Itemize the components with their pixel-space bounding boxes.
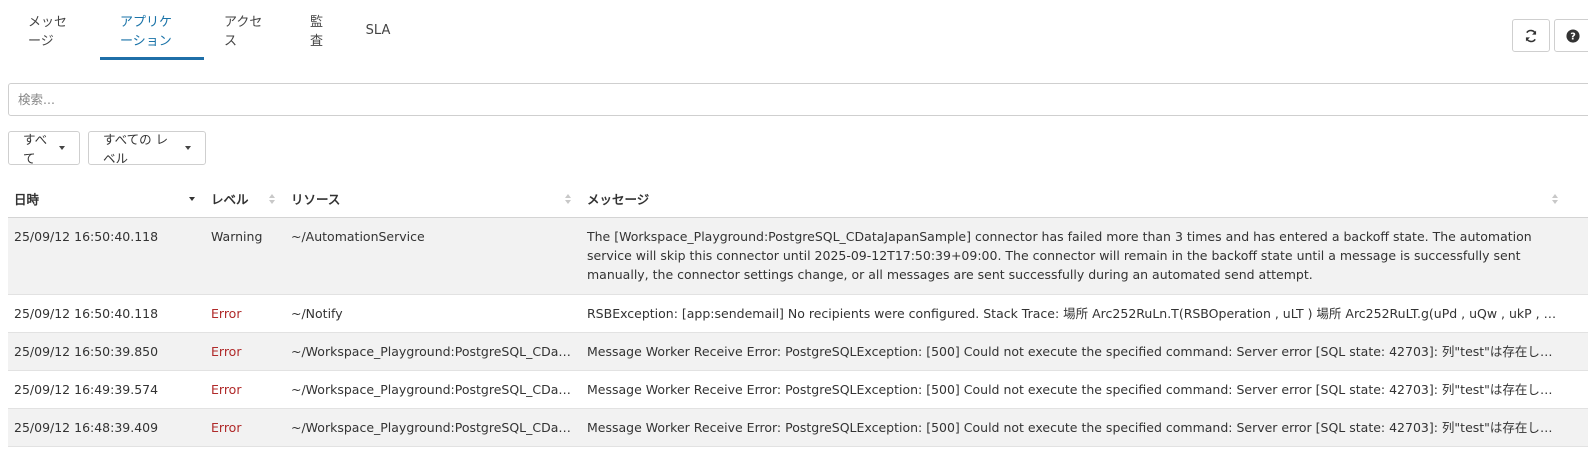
tab-audit[interactable]: 監査 — [290, 0, 346, 60]
column-header-level[interactable]: レベル — [205, 181, 285, 217]
column-header-datetime[interactable]: 日時 — [8, 181, 205, 217]
cell-message: The [Workspace_Playground:PostgreSQL_CDa… — [587, 229, 1532, 282]
help-button[interactable]: ? — [1554, 19, 1588, 52]
column-header-label: メッセージ — [587, 191, 650, 207]
column-header-label: 日時 — [14, 191, 40, 207]
tab-label: アプリケーション — [120, 15, 173, 49]
cell-datetime: 25/09/12 16:50:40.118 — [14, 306, 159, 321]
table-row[interactable]: 25/09/12 16:50:40.118 Error ~/Notify RSB… — [8, 295, 1588, 333]
caret-down-icon — [59, 146, 65, 150]
table-row[interactable]: 25/09/12 16:48:39.409 Error ~/Workspace_… — [8, 409, 1588, 447]
filter-bar: すべて すべての レベル — [8, 131, 206, 166]
sort-icon — [269, 194, 275, 204]
category-dropdown[interactable]: すべて — [8, 131, 80, 166]
table-row[interactable]: 25/09/12 16:50:39.850 Error ~/Workspace_… — [8, 333, 1588, 371]
tab-label: メッセージ — [28, 15, 68, 49]
column-header-resource[interactable]: リソース — [285, 181, 581, 217]
tab-access[interactable]: アクセス — [204, 0, 290, 60]
toolbar: ? — [1512, 19, 1588, 52]
cell-resource: ~/Workspace_Playground:PostgreSQL_CDataJ… — [291, 420, 581, 435]
tab-label: アクセス — [224, 15, 263, 49]
refresh-button[interactable] — [1512, 19, 1550, 52]
column-header-label: レベル — [211, 191, 249, 207]
cell-datetime: 25/09/12 16:48:39.409 — [14, 420, 159, 435]
search-input[interactable] — [8, 83, 1588, 116]
table-header: 日時 レベル リソース メッセージ — [8, 181, 1588, 218]
column-header-label: リソース — [291, 191, 341, 207]
caret-down-icon — [185, 146, 191, 150]
table-row[interactable]: 25/09/12 16:49:39.574 Error ~/Workspace_… — [8, 371, 1588, 409]
cell-datetime: 25/09/12 16:50:39.850 — [14, 344, 159, 359]
level-dropdown-label: すべての レベル — [103, 132, 169, 166]
sort-icon — [565, 194, 571, 204]
cell-level: Error — [211, 344, 242, 359]
cell-message: Message Worker Receive Error: PostgreSQL… — [587, 420, 1568, 435]
cell-message: Message Worker Receive Error: PostgreSQL… — [587, 382, 1568, 397]
cell-resource: ~/AutomationService — [291, 229, 425, 244]
column-header-message[interactable]: メッセージ — [581, 181, 1568, 217]
cell-level: Error — [211, 306, 242, 321]
cell-level: Error — [211, 420, 242, 435]
svg-text:?: ? — [1570, 31, 1576, 42]
tab-label: 監査 — [310, 15, 324, 49]
cell-resource: ~/Workspace_Playground:PostgreSQL_CDataJ… — [291, 382, 581, 397]
cell-resource: ~/Notify — [291, 306, 343, 321]
help-icon: ? — [1566, 28, 1580, 43]
refresh-icon — [1525, 29, 1537, 42]
cell-message: Message Worker Receive Error: PostgreSQL… — [587, 344, 1568, 359]
tab-bar: メッセージ アプリケーション アクセス 監査 SLA — [8, 0, 410, 60]
category-dropdown-label: すべて — [23, 132, 48, 166]
table-row[interactable]: 25/09/12 16:50:40.118 Warning ~/Automati… — [8, 218, 1588, 295]
cell-resource: ~/Workspace_Playground:PostgreSQL_CDataJ… — [291, 344, 581, 359]
tab-label: SLA — [365, 22, 391, 38]
cell-level: Error — [211, 382, 242, 397]
log-table: 日時 レベル リソース メッセージ 25/09/12 16:50:40.118 … — [8, 181, 1588, 447]
cell-datetime: 25/09/12 16:50:40.118 — [14, 229, 159, 244]
sort-icon — [1552, 194, 1558, 204]
sort-desc-icon — [189, 197, 195, 201]
tab-application[interactable]: アプリケーション — [100, 0, 204, 60]
tab-sla[interactable]: SLA — [346, 0, 410, 60]
level-dropdown[interactable]: すべての レベル — [88, 131, 206, 166]
cell-datetime: 25/09/12 16:49:39.574 — [14, 382, 159, 397]
cell-message: RSBException: [app:sendemail] No recipie… — [587, 306, 1568, 321]
tab-messages[interactable]: メッセージ — [8, 0, 100, 60]
cell-level: Warning — [211, 229, 263, 244]
